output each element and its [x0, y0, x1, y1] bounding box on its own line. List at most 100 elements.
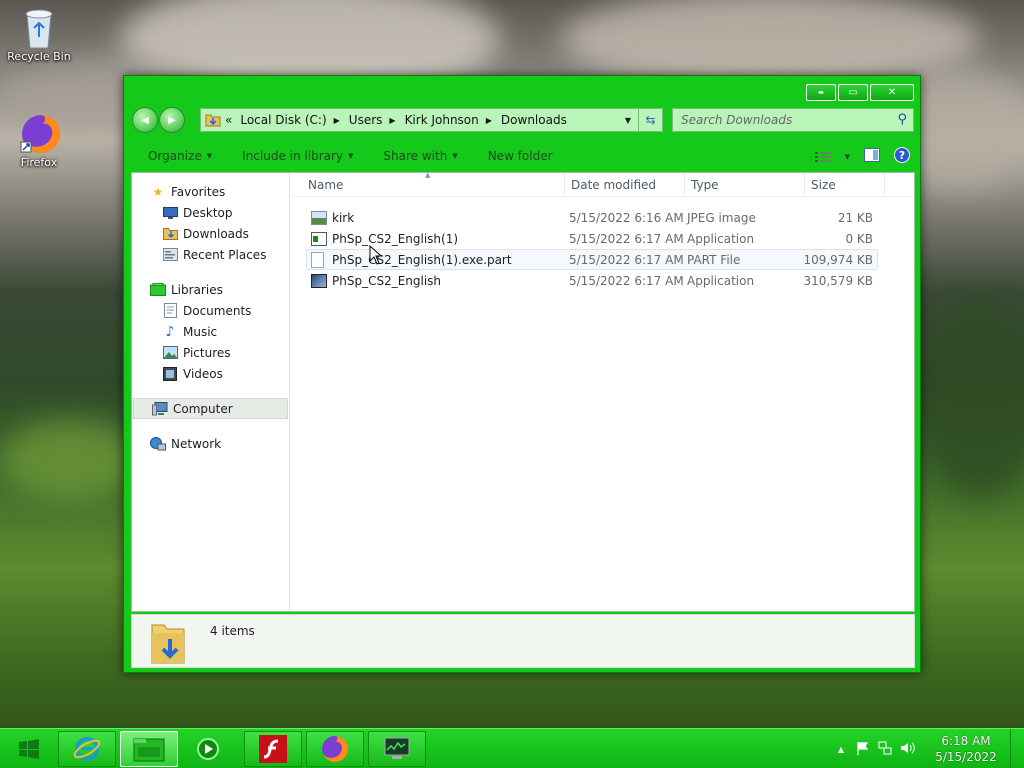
music-icon: ♪ [165, 323, 175, 340]
application-icon [311, 231, 327, 246]
search-placeholder: Search Downloads [681, 113, 793, 127]
navigation-pane: ★ Favorites Desktop Downloads Recent Plac… [132, 173, 290, 611]
file-size: 109,974 KB [803, 252, 873, 267]
action-center-flag-icon[interactable] [856, 741, 870, 758]
taskbar-clock[interactable]: 6:18 AM 5/15/2022 [922, 733, 1010, 765]
sidebar-item-label: Network [171, 436, 222, 451]
sidebar-item-libraries[interactable]: Libraries [132, 279, 289, 300]
sidebar-item-label: Documents [183, 303, 252, 318]
taskbar-firefox[interactable] [306, 731, 364, 767]
chevron-right-icon[interactable]: ▶ [389, 116, 395, 125]
minimize-button[interactable]: ▬ [806, 84, 836, 101]
show-desktop-button[interactable] [1010, 729, 1024, 768]
back-button[interactable]: ◀ [132, 107, 158, 133]
search-icon[interactable]: ⚲ [897, 112, 907, 127]
system-tray: ▲ 6:18 AM 5/15/2022 [838, 729, 1024, 768]
media-player-icon [197, 738, 219, 760]
breadcrumb-users[interactable]: Users [349, 113, 383, 127]
sidebar-item-label: Recent Places [183, 247, 267, 262]
recycle-bin-icon [19, 6, 59, 49]
include-in-library-button[interactable]: Include in library ▼ [242, 149, 353, 163]
search-input[interactable]: Search Downloads ⚲ [672, 108, 914, 132]
file-row[interactable]: PhSp_CS2_English(1).exe.part 5/15/2022 6… [306, 249, 878, 270]
downloads-folder-icon [162, 226, 178, 242]
sidebar-item-music[interactable]: ♪ Music [132, 321, 289, 342]
sidebar-item-recent-places[interactable]: Recent Places [132, 244, 289, 265]
forward-button[interactable]: ▶ [159, 107, 185, 133]
taskbar-file-explorer[interactable] [120, 731, 178, 767]
maximize-button[interactable]: ▭ [838, 84, 868, 101]
file-date: 5/15/2022 6:17 AM [569, 231, 684, 246]
start-button[interactable] [10, 733, 48, 765]
show-hidden-icons-icon[interactable]: ▲ [838, 745, 844, 754]
sidebar-item-desktop[interactable]: Desktop [132, 202, 289, 223]
sidebar-item-label: Music [183, 324, 218, 339]
sidebar-item-favorites[interactable]: ★ Favorites [132, 181, 289, 202]
close-button[interactable]: ✕ [870, 84, 914, 101]
sidebar-item-videos[interactable]: Videos [132, 363, 289, 384]
taskbar-internet-explorer[interactable] [58, 731, 116, 767]
help-button[interactable]: ? [894, 147, 910, 166]
preview-pane-button[interactable] [864, 148, 880, 165]
refresh-icon[interactable]: ⇆ [638, 109, 662, 131]
sidebar-item-network[interactable]: Network [132, 433, 289, 454]
sidebar-item-pictures[interactable]: Pictures [132, 342, 289, 363]
chevron-right-icon[interactable]: ▶ [334, 116, 340, 125]
new-folder-button[interactable]: New folder [488, 149, 553, 163]
file-row[interactable]: kirk 5/15/2022 6:16 AM JPEG image 21 KB [306, 207, 878, 228]
star-icon: ★ [152, 184, 164, 199]
column-header-label: Date modified [571, 177, 657, 192]
sort-ascending-icon: ▲ [425, 171, 431, 179]
videos-icon [162, 366, 178, 382]
view-list-icon [814, 151, 831, 162]
desktop-firefox[interactable]: Firefox [4, 112, 74, 169]
desktop-icon-label: Firefox [20, 156, 58, 169]
desktop-icon-label: Recycle Bin [7, 50, 71, 63]
breadcrumb-overflow[interactable]: « [225, 113, 232, 127]
breadcrumb: Local Disk (C:) ▶ Users ▶ Kirk Johnson ▶ Do… [240, 113, 566, 127]
recent-places-icon [162, 247, 178, 263]
chevron-right-icon[interactable]: ▶ [486, 116, 492, 125]
column-header-type[interactable]: Type [685, 172, 805, 197]
mouse-cursor-icon [369, 244, 383, 268]
breadcrumb-kirk-johnson[interactable]: Kirk Johnson [405, 113, 479, 127]
breadcrumb-downloads[interactable]: Downloads [501, 113, 567, 127]
sidebar-item-downloads[interactable]: Downloads [132, 223, 289, 244]
change-view-button[interactable]: ▼ [814, 151, 850, 163]
firefox-icon [322, 736, 348, 762]
network-status-icon[interactable] [878, 741, 892, 758]
taskbar: ▲ 6:18 AM 5/15/2022 [0, 728, 1024, 768]
content-pane: ★ Favorites Desktop Downloads Recent Plac… [131, 171, 915, 612]
file-row[interactable]: PhSp_CS2_English(1) 5/15/2022 6:17 AM Ap… [306, 228, 878, 249]
taskbar-media-player[interactable] [182, 731, 234, 767]
clock-date: 5/15/2022 [935, 750, 997, 764]
sidebar-item-label: Libraries [171, 282, 223, 297]
breadcrumb-local-disk[interactable]: Local Disk (C:) [240, 113, 326, 127]
column-header-date-modified[interactable]: Date modified [565, 172, 685, 197]
preview-pane-icon [864, 148, 880, 162]
volume-icon[interactable] [900, 741, 916, 758]
desktop-icon [162, 205, 178, 221]
share-with-button[interactable]: Share with ▼ [383, 149, 457, 163]
address-bar[interactable]: « Local Disk (C:) ▶ Users ▶ Kirk Johnson ▶ … [200, 108, 663, 132]
flash-icon [259, 735, 287, 763]
sidebar-item-label: Favorites [171, 184, 226, 199]
windows-logo-icon [19, 739, 39, 759]
jpeg-icon [311, 210, 327, 225]
documents-icon [162, 303, 178, 319]
sidebar-item-documents[interactable]: Documents [132, 300, 289, 321]
column-header-size[interactable]: Size [805, 172, 885, 197]
taskbar-task-manager[interactable] [368, 731, 426, 767]
desktop-recycle-bin[interactable]: Recycle Bin [4, 6, 74, 63]
file-size: 0 KB [845, 231, 873, 246]
file-row[interactable]: PhSp_CS2_English 5/15/2022 6:17 AM Appli… [306, 270, 878, 291]
file-date: 5/15/2022 6:17 AM [569, 252, 684, 267]
sidebar-item-computer[interactable]: Computer [133, 398, 288, 419]
address-dropdown-icon[interactable]: ▼ [620, 109, 636, 131]
taskbar-flash[interactable] [244, 731, 302, 767]
organize-button[interactable]: Organize ▼ [148, 149, 212, 163]
minimize-icon: ▬ [818, 89, 824, 96]
include-label: Include in library [242, 149, 344, 163]
file-explorer-icon [133, 738, 165, 762]
file-name: PhSp_CS2_English(1).exe.part [332, 252, 512, 267]
